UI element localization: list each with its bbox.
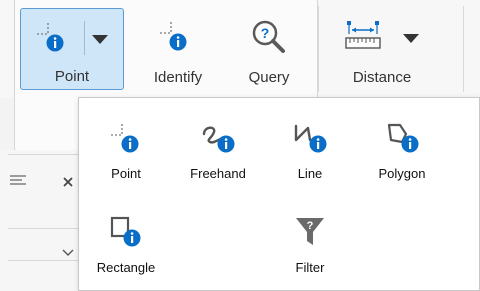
menu-item-rectangle[interactable]: Rectangle [81, 202, 171, 284]
menu-item-label: Line [297, 166, 323, 181]
point-button-label: Point [54, 68, 90, 85]
menu-item-point[interactable]: Point [81, 108, 171, 190]
query-button[interactable]: ? Query [232, 8, 306, 90]
menu-item-polygon[interactable]: Polygon [357, 108, 447, 190]
close-icon[interactable] [62, 175, 74, 193]
select-tool-dropdown: Point Freehand Line Polygon Rectangle ? … [78, 97, 480, 291]
menu-item-label: Freehand [190, 166, 246, 181]
ribbon-separator [463, 6, 464, 92]
distance-split-button[interactable]: Distance [330, 8, 434, 90]
line-info-icon [290, 118, 330, 158]
chevron-down-icon[interactable] [403, 34, 419, 43]
menu-item-label: Point [111, 166, 141, 181]
divider [8, 228, 78, 229]
split-divider [84, 21, 85, 55]
point-info-icon [158, 20, 192, 58]
list-icon [10, 174, 28, 193]
point-info-icon [35, 21, 69, 59]
filter-icon: ? [290, 212, 330, 252]
point-info-icon [106, 118, 146, 158]
rectangle-info-icon [106, 212, 146, 252]
distance-button-label: Distance [352, 69, 412, 86]
menu-item-label: Polygon [378, 166, 426, 181]
point-split-button[interactable]: Point [20, 8, 124, 90]
menu-item-freehand[interactable]: Freehand [173, 108, 263, 190]
identify-button-label: Identify [153, 69, 203, 86]
side-panel [0, 150, 78, 291]
svg-text:?: ? [307, 220, 314, 232]
menu-item-line[interactable]: Line [265, 108, 355, 190]
divider [8, 260, 78, 261]
menu-item-filter[interactable]: ? Filter [265, 202, 355, 284]
query-magnifier-icon: ? [250, 18, 288, 60]
menu-item-label: Rectangle [96, 260, 156, 275]
menu-item-label: Filter [295, 260, 325, 275]
identify-button[interactable]: Identify [138, 8, 218, 90]
ribbon-separator [318, 6, 319, 92]
freehand-info-icon [198, 118, 238, 158]
chevron-down-icon[interactable] [92, 35, 108, 44]
ruler-distance-icon [344, 18, 382, 58]
divider [8, 154, 78, 155]
query-button-label: Query [248, 69, 290, 86]
svg-text:?: ? [261, 25, 270, 41]
polygon-info-icon [382, 118, 422, 158]
